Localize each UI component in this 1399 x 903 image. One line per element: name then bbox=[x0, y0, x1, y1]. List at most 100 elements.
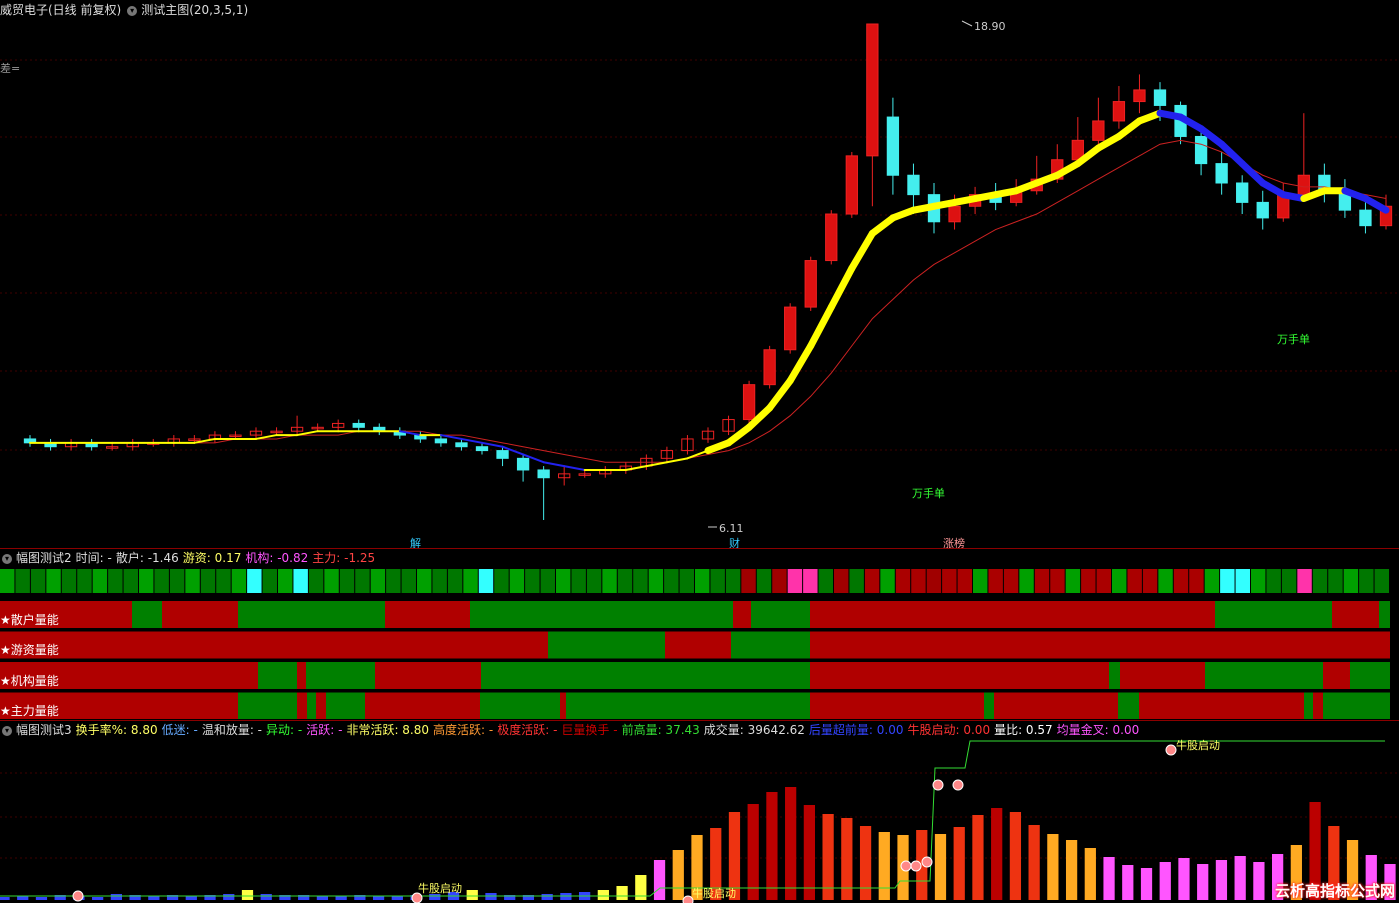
candle-body-60 bbox=[1256, 201, 1269, 219]
strip-cell-52 bbox=[803, 569, 818, 593]
panel3-field-3: 异动: - bbox=[266, 723, 303, 737]
trend-segment-12 bbox=[255, 434, 278, 440]
turnover-bar-32 bbox=[597, 890, 609, 900]
panel3-field-1: 低迷: - bbox=[161, 723, 198, 737]
trend-segment-32 bbox=[665, 457, 689, 464]
strip-cell-54 bbox=[834, 569, 849, 593]
turnover-bar-5 bbox=[92, 897, 104, 900]
trend-segment-14 bbox=[296, 430, 319, 437]
panel3-field-14: 均量金叉: 0.00 bbox=[1056, 723, 1140, 737]
row2-segment-5 bbox=[481, 662, 810, 689]
strip-cell-30 bbox=[463, 569, 478, 593]
candle-body-59 bbox=[1236, 182, 1249, 203]
strip-cell-71 bbox=[1096, 569, 1111, 593]
turnover-bar-47 bbox=[878, 832, 890, 900]
turnover-bar-42 bbox=[785, 787, 797, 900]
strip-cell-27 bbox=[417, 569, 432, 593]
trend-segment-39 bbox=[807, 303, 835, 350]
row1-segment-3 bbox=[731, 631, 810, 659]
candle-body-36 bbox=[763, 349, 776, 386]
row2-segment-9 bbox=[1205, 662, 1323, 689]
candle-body-25 bbox=[537, 469, 550, 479]
panel2-fields: 时间: - 散户: -1.46 游资: 0.17 机构: -0.82 主力: -1.25 bbox=[76, 551, 380, 565]
trend-segment-26 bbox=[542, 461, 566, 468]
strip-cell-85 bbox=[1312, 569, 1328, 593]
main-indicator-title: 测试主图(20,3,5,1) bbox=[141, 3, 249, 17]
row1-segment-2 bbox=[665, 631, 731, 659]
row2-segment-1 bbox=[258, 662, 297, 689]
panel3-title: 幅图测试3 bbox=[16, 723, 72, 737]
strip-cell-69 bbox=[1065, 569, 1081, 593]
row3-segment-3 bbox=[307, 692, 316, 719]
strip-cell-6 bbox=[92, 569, 108, 593]
turnover-bar-12 bbox=[223, 894, 235, 900]
watermark: 云析高指标公式网 bbox=[1274, 882, 1395, 900]
candle-body-54 bbox=[1133, 89, 1146, 103]
stock-menu-icon[interactable] bbox=[127, 5, 138, 16]
row2-segment-8 bbox=[1120, 662, 1205, 689]
signal-dot-4 bbox=[910, 860, 922, 872]
row-label-retail: ★散户量能 bbox=[0, 613, 59, 627]
candle-body-21 bbox=[455, 442, 468, 448]
main-price-chart[interactable] bbox=[0, 0, 1399, 548]
strip-cell-82 bbox=[1266, 569, 1281, 593]
panel3-field-10: 成交量: 39642.62 bbox=[703, 723, 805, 737]
panel3-menu-icon[interactable] bbox=[2, 725, 12, 736]
candle-body-52 bbox=[1092, 120, 1105, 141]
candle-body-58 bbox=[1215, 163, 1228, 184]
strip-cell-80 bbox=[1235, 569, 1250, 593]
row2-segment-2 bbox=[297, 662, 306, 689]
panel3-field-13: 量比: 0.57 bbox=[994, 723, 1053, 737]
strip-cell-62 bbox=[957, 569, 972, 593]
ma-slow-line bbox=[30, 139, 1387, 463]
strip-cell-14 bbox=[216, 569, 231, 593]
turnover-bar-36 bbox=[672, 850, 684, 900]
panel2-chart[interactable] bbox=[0, 567, 1399, 719]
turnover-bar-61 bbox=[1140, 868, 1153, 900]
diff-label: 差= bbox=[0, 62, 21, 75]
turnover-bar-14 bbox=[260, 894, 272, 900]
signal-bull-start-3: 牛股启动 bbox=[1176, 739, 1220, 752]
strip-cell-53 bbox=[818, 569, 833, 593]
candle-body-57 bbox=[1194, 135, 1208, 165]
trend-segment-66 bbox=[1361, 195, 1390, 214]
strip-cell-60 bbox=[926, 569, 942, 593]
trend-segment-22 bbox=[460, 437, 483, 444]
strip-cell-66 bbox=[1019, 569, 1034, 593]
panel2-menu-icon[interactable] bbox=[2, 553, 12, 564]
row2-segment-7 bbox=[1109, 662, 1120, 689]
strip-cell-4 bbox=[61, 569, 77, 593]
signal-dot-0 bbox=[72, 890, 84, 902]
stock-title: 威贸电子(日线 前复权) bbox=[0, 3, 122, 17]
candle-body-43 bbox=[907, 174, 920, 196]
strip-cell-46 bbox=[710, 569, 725, 593]
row2-segment-6 bbox=[810, 662, 1109, 689]
strip-cell-8 bbox=[123, 569, 138, 593]
row1-segment-1 bbox=[548, 631, 665, 659]
panel2-field-3: 机构: -0.82 bbox=[245, 551, 309, 565]
strip-cell-88 bbox=[1359, 569, 1374, 593]
panel3-header: 幅图测试3换手率%: 8.80低迷: -温和放量: -异动: -活跃: -非常活… bbox=[0, 721, 1160, 739]
panel3-field-2: 温和放量: - bbox=[201, 723, 263, 737]
row-label-hotmoney: ★游资量能 bbox=[0, 643, 59, 657]
signal-dot-7 bbox=[952, 779, 964, 791]
turnover-bar-56 bbox=[1047, 834, 1059, 900]
strip-cell-2 bbox=[30, 569, 46, 593]
row1-segment-4 bbox=[810, 631, 1390, 659]
strip-cell-79 bbox=[1220, 569, 1235, 593]
strip-cell-31 bbox=[478, 569, 494, 593]
row1-segment-0 bbox=[0, 631, 548, 659]
strip-cell-67 bbox=[1034, 569, 1050, 593]
strip-cell-20 bbox=[308, 569, 324, 593]
row0-segment-10 bbox=[1332, 601, 1379, 628]
turnover-bar-1 bbox=[17, 896, 29, 900]
turnover-bar-35 bbox=[653, 860, 666, 900]
panel2-field-4: 主力: -1.25 bbox=[312, 551, 376, 565]
row0-segment-11 bbox=[1379, 601, 1390, 628]
turnover-volume-chart[interactable] bbox=[0, 738, 1399, 903]
trend-segment-42 bbox=[868, 214, 897, 237]
panel3-field-4: 活跃: - bbox=[306, 723, 343, 737]
strip-cell-83 bbox=[1281, 569, 1297, 593]
strip-cell-56 bbox=[864, 569, 880, 593]
strip-cell-26 bbox=[401, 569, 416, 593]
